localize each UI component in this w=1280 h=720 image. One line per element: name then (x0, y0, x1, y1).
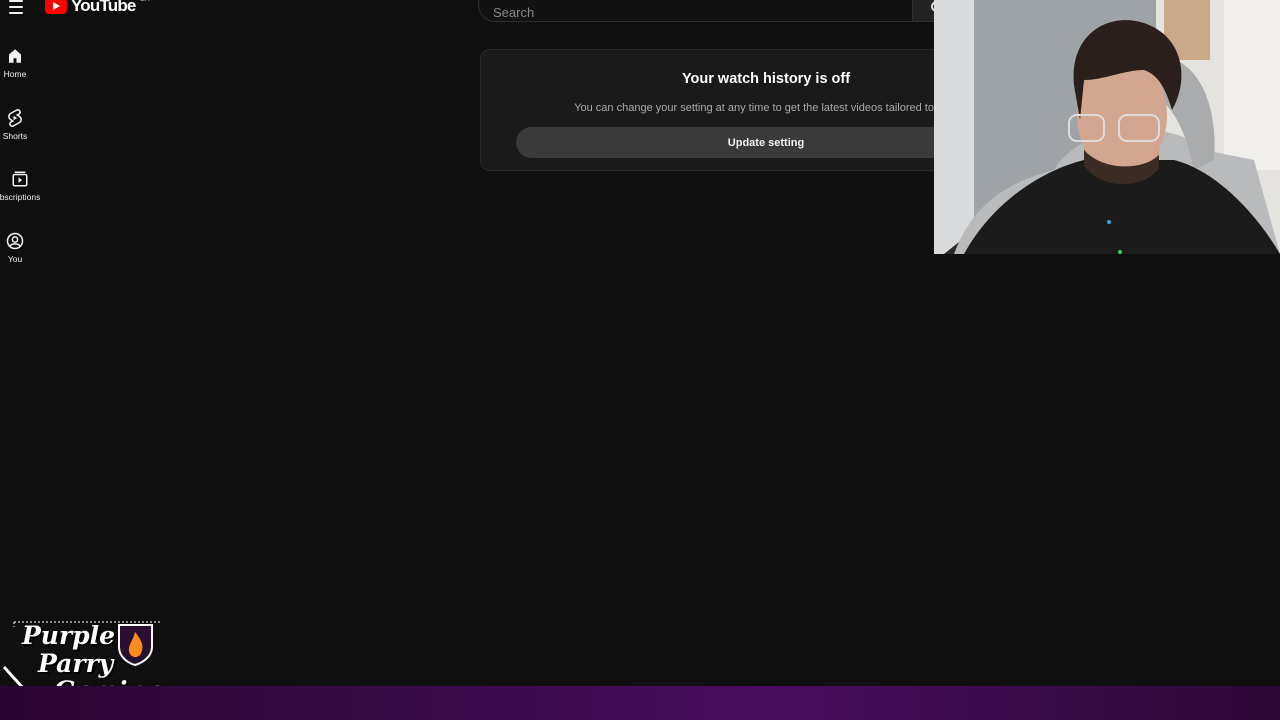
webcam-overlay (934, 0, 1280, 254)
watch-history-off-card: Your watch history is off You can change… (480, 49, 1016, 171)
webcam-image (934, 0, 1280, 254)
home-icon (5, 46, 25, 66)
youtube-play-icon (45, 0, 67, 14)
sidebar-item-label: Home (3, 69, 27, 79)
search-input[interactable] (491, 0, 900, 21)
overlay-purple-band (0, 686, 1280, 720)
subscriptions-icon (10, 169, 30, 189)
sidebar-item-you[interactable]: You (0, 225, 30, 287)
sidebar-item-home[interactable]: Home (0, 40, 30, 102)
menu-icon-bar (9, 12, 23, 14)
search-box[interactable] (478, 0, 912, 22)
sidebar-item-label: bscriptions (0, 192, 41, 202)
menu-icon-bar (9, 6, 23, 8)
logo-wordmark: YouTube (71, 0, 136, 15)
mini-guide-sidebar: Home Shorts bscriptions You (0, 40, 40, 286)
logo-country-code: CA (140, 0, 150, 3)
brand-line-2: Parry (38, 649, 114, 678)
sidebar-item-label: You (7, 253, 23, 264)
menu-icon-bar (9, 0, 23, 2)
youtube-logo[interactable]: YouTube CA (45, 0, 149, 16)
shorts-icon (5, 108, 25, 128)
sidebar-item-shorts[interactable]: Shorts (0, 102, 30, 164)
sidebar-item-label: Shorts (2, 130, 28, 141)
brand-line-1: Purple (22, 621, 116, 650)
guide-menu-button[interactable] (4, 0, 28, 18)
sidebar-item-subscriptions[interactable]: bscriptions (0, 163, 40, 225)
account-icon (5, 231, 25, 251)
